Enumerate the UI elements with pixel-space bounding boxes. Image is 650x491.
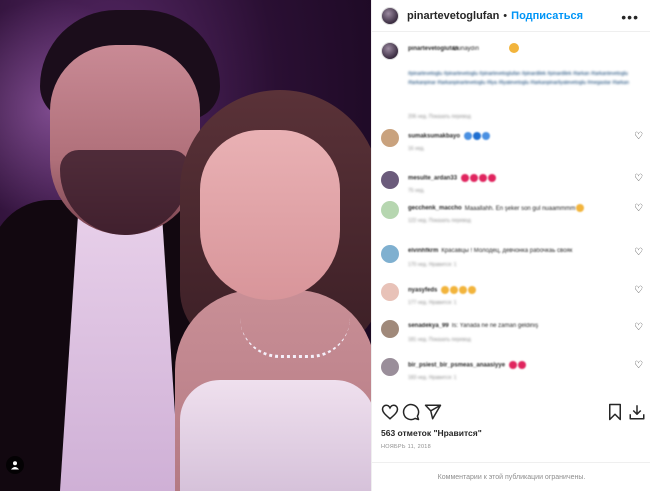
- heart-icon[interactable]: [381, 403, 399, 421]
- photo-woman-dress: [180, 380, 371, 491]
- comment-meta: 177 нед. Нравится: 1: [408, 300, 457, 306]
- comment-row: gecchenk_maccho Maaallahh. En şeker son g…: [381, 201, 643, 231]
- comment-like-heart-icon[interactable]: ♡: [634, 361, 643, 371]
- comment-username-text[interactable]: bir_psiest_bir_psmeas_anaasiyye: [408, 363, 505, 369]
- comment-avatar[interactable]: [381, 283, 399, 301]
- comment-avatar[interactable]: [381, 245, 399, 263]
- comment-like-heart-icon[interactable]: ♡: [634, 323, 643, 333]
- comment-like-heart-icon[interactable]: ♡: [634, 248, 643, 258]
- caption-avatar[interactable]: [381, 42, 399, 60]
- comment-like-heart-icon[interactable]: ♡: [634, 132, 643, 142]
- comment-username-text[interactable]: senadekya_99: [408, 323, 449, 329]
- comment-meta: 170 нед. Нравится: 1: [408, 262, 457, 268]
- comment-meta: 122 нед. Показать перевод: [408, 218, 471, 224]
- caption-hashtags[interactable]: #pinartevetoglu #pinartevetoglu #pinarte…: [408, 70, 640, 88]
- emoji-icon: [470, 174, 479, 182]
- caption-text: Gunaydın: [453, 46, 480, 52]
- comment-row: senadekya_99 Is: Yanada ne ne zaman geldi…: [381, 320, 643, 350]
- comment-username-text[interactable]: sumaksumakbayo: [408, 134, 460, 140]
- comment-avatar[interactable]: [381, 201, 399, 219]
- emoji-icon: [473, 132, 482, 140]
- post-actions: [372, 397, 650, 427]
- more-horizontal-icon[interactable]: •••: [621, 9, 639, 25]
- comment-avatar[interactable]: [381, 171, 399, 189]
- comment-username[interactable]: elvinhfkrm Красавцы ! Молодец, девчонка р…: [408, 248, 572, 254]
- emoji-icon: [518, 361, 527, 369]
- emoji-icon: [441, 286, 450, 294]
- comment-avatar[interactable]: [381, 129, 399, 147]
- comment-row: bir_psiest_bir_psmeas_anaasiyye 183 нед. …: [381, 358, 643, 388]
- comment-like-heart-icon[interactable]: ♡: [634, 286, 643, 296]
- emoji-icon: [479, 174, 488, 182]
- comment-meta: 16 нед.: [408, 146, 425, 152]
- download-icon[interactable]: [628, 403, 646, 421]
- comment-username[interactable]: nyasyfeds: [408, 286, 477, 294]
- comments-scroll[interactable]: pinartevetoglufan Gunaydın #pinartevetog…: [372, 33, 650, 393]
- comment-row: sumaksumakbayo 16 нед. ♡: [381, 129, 643, 159]
- photo-man-shirt: [60, 215, 180, 491]
- post-header: pinartevetoglufan • Подписаться •••: [372, 0, 650, 32]
- emoji-icon: [488, 174, 497, 182]
- comment-meta: 75 нед.: [408, 188, 425, 194]
- emoji-icon: [482, 132, 491, 140]
- share-icon[interactable]: [424, 403, 442, 421]
- bookmark-icon[interactable]: [606, 403, 624, 421]
- comment-username-text[interactable]: mesulte_ardan33: [408, 176, 457, 182]
- comment-text: Красавцы ! Молодец, девчонка рабочкаь св…: [441, 248, 573, 254]
- emoji-icon: [509, 361, 518, 369]
- comment-username-text[interactable]: gecchenk_maccho: [408, 206, 462, 212]
- comment-meta: 181 нед. Показать перевод: [408, 337, 471, 343]
- caption-username[interactable]: pinartevetoglufan: [408, 46, 458, 52]
- caption-emoji: [509, 43, 519, 53]
- emoji-icon: [468, 286, 477, 294]
- comment-icon[interactable]: [402, 403, 420, 421]
- emoji-icon: [459, 286, 468, 294]
- user-tag-icon[interactable]: [6, 456, 24, 474]
- comment-avatar[interactable]: [381, 320, 399, 338]
- comment-username[interactable]: gecchenk_maccho Maaallahh. En şeker son g…: [408, 204, 585, 212]
- comment-row: mesulte_ardan33 75 нед. ♡: [381, 171, 643, 201]
- post-side-panel: pinartevetoglufan • Подписаться ••• pina…: [371, 0, 650, 491]
- comment-meta: 183 нед. Нравится: 1: [408, 375, 457, 381]
- header-separator: •: [503, 9, 508, 22]
- comment-text: Maaallahh. En şeker son gul nuaammmm: [464, 205, 576, 212]
- photo-woman-face: [200, 130, 340, 300]
- comments-restricted-notice: Комментарии к этой публикации ограничены…: [372, 462, 650, 491]
- comment-username[interactable]: mesulte_ardan33: [408, 174, 497, 182]
- emoji-icon: [461, 174, 470, 182]
- follow-button[interactable]: Подписаться: [511, 10, 583, 22]
- comment-username-text[interactable]: elvinhfkrm: [408, 248, 438, 254]
- likes-count[interactable]: 563 отметок "Нравится": [381, 428, 482, 438]
- author-avatar[interactable]: [381, 6, 399, 25]
- author-username[interactable]: pinartevetoglufan: [407, 10, 499, 22]
- emoji-icon: [450, 286, 459, 294]
- comment-row: nyasyfeds 177 нед. Нравится: 1 ♡: [381, 283, 643, 313]
- post-photo[interactable]: [0, 0, 371, 491]
- comment-row: elvinhfkrm Красавцы ! Молодец, девчонка р…: [381, 245, 643, 275]
- comment-like-heart-icon[interactable]: ♡: [634, 174, 643, 184]
- comment-like-heart-icon[interactable]: ♡: [634, 204, 643, 214]
- caption-meta: 206 нед. Показать перевод: [408, 114, 471, 120]
- comment-username[interactable]: sumaksumakbayo: [408, 132, 491, 140]
- comment-avatar[interactable]: [381, 358, 399, 376]
- post-date: НОЯБРЬ 11, 2018: [381, 444, 432, 450]
- comment-text: Is: Yanada ne ne zaman geldiniş: [451, 323, 539, 329]
- comment-username[interactable]: senadekya_99 Is: Yanada ne ne zaman geldi…: [408, 323, 538, 329]
- emoji-icon: [464, 132, 473, 140]
- comment-username[interactable]: bir_psiest_bir_psmeas_anaasiyye: [408, 361, 527, 369]
- comment-username-text[interactable]: nyasyfeds: [408, 288, 437, 294]
- emoji-icon: [576, 204, 585, 212]
